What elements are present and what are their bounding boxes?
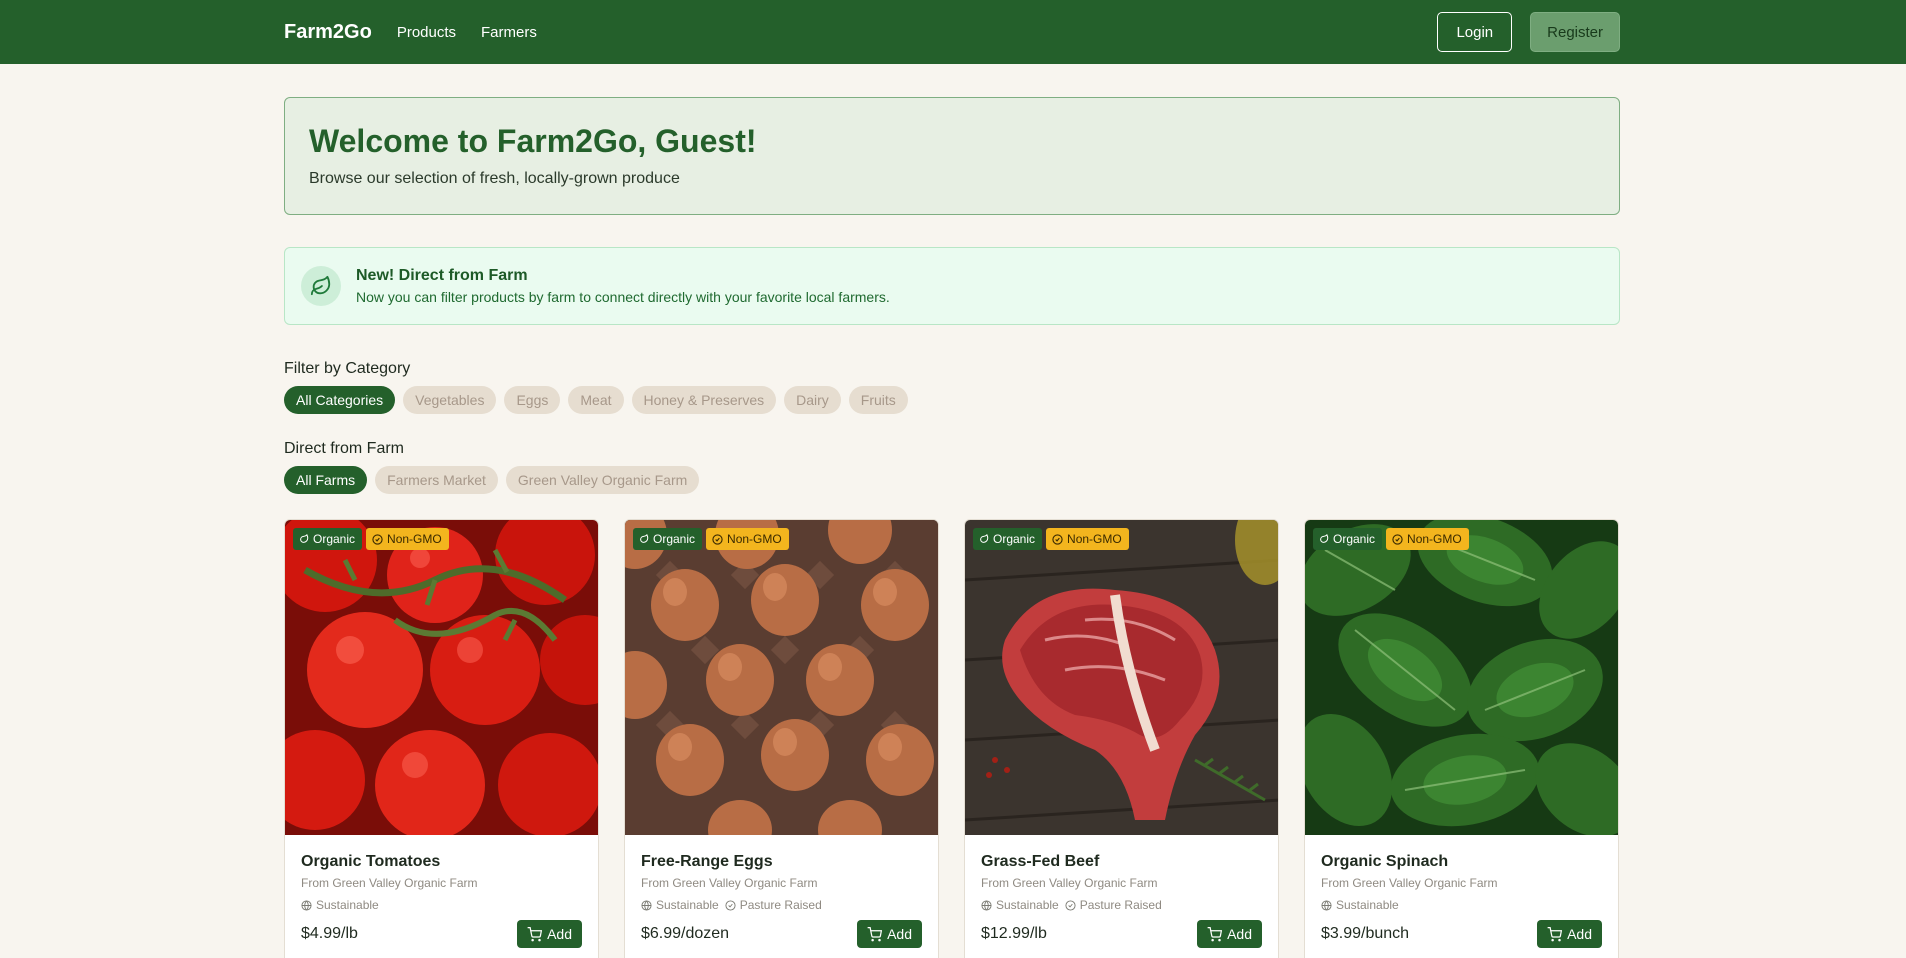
check-circle-icon [372,533,383,545]
farm-chip-farmers-market[interactable]: Farmers Market [375,466,498,494]
check-circle-icon [1052,533,1063,545]
add-to-cart-button[interactable]: Add [1197,920,1262,948]
check-circle-icon [1392,533,1403,545]
tag-sustainable: Sustainable [981,898,1059,912]
category-filter-title: Filter by Category [284,360,411,377]
leaf-icon [1320,534,1329,543]
add-to-cart-button[interactable]: Add [857,920,922,948]
globe-icon [301,899,312,911]
category-chip-fruits[interactable]: Fruits [848,386,908,414]
product-price: $3.99/bunch [1321,925,1410,942]
login-button[interactable]: Login [1437,12,1513,52]
product-farm: From Green Valley Organic Farm [981,876,1158,890]
product-image-eggs [625,520,938,835]
cart-icon [1547,926,1563,941]
product-card[interactable]: Organic Non-GMO Organic Spinach From Gre… [1304,519,1619,958]
leaf-icon [301,266,341,306]
category-chip-meat[interactable]: Meat [568,386,624,414]
tag-pasture-raised: Pasture Raised [1065,898,1162,912]
check-circle-icon [1065,899,1076,911]
cart-icon [867,926,883,941]
product-farm: From Green Valley Organic Farm [1321,876,1498,890]
navbar: Farm2Go Products Farmers Login Register [0,0,1906,64]
welcome-title: Welcome to Farm2Go, Guest! [309,123,757,159]
add-to-cart-button[interactable]: Add [1537,920,1602,948]
leaf-icon [980,534,989,543]
notice-text: Now you can filter products by farm to c… [356,289,890,305]
cart-icon [527,926,543,941]
globe-icon [1321,899,1332,911]
non-gmo-badge: Non-GMO [366,528,449,550]
product-name: Organic Spinach [1321,853,1449,870]
product-image-tomatoes [285,520,598,835]
feature-notice: New! Direct from Farm Now you can filter… [284,247,1620,325]
farm-chip-green-valley[interactable]: Green Valley Organic Farm [505,466,700,494]
farm-chip-all[interactable]: All Farms [284,466,368,494]
product-farm: From Green Valley Organic Farm [641,876,818,890]
non-gmo-badge: Non-GMO [706,528,789,550]
welcome-banner: Welcome to Farm2Go, Guest! Browse our se… [284,97,1620,215]
tag-pasture-raised: Pasture Raised [725,898,822,912]
category-chip-dairy[interactable]: Dairy [784,386,841,414]
cart-icon [1207,926,1223,941]
add-to-cart-button[interactable]: Add [517,920,582,948]
product-card[interactable]: Organic Non-GMO Grass-Fed Beef From Gree… [964,519,1279,958]
check-circle-icon [712,533,723,545]
globe-icon [641,899,652,911]
non-gmo-badge: Non-GMO [1046,528,1129,550]
organic-badge: Organic [293,528,363,550]
product-card[interactable]: Organic Non-GMO Organic Tomatoes From Gr… [284,519,599,958]
category-chip-eggs[interactable]: Eggs [504,386,561,414]
product-price: $6.99/dozen [641,925,730,942]
product-price: $12.99/lb [981,925,1047,942]
brand-logo[interactable]: Farm2Go [284,21,372,44]
product-name: Free-Range Eggs [641,853,773,870]
welcome-subtitle: Browse our selection of fresh, locally-g… [309,170,680,187]
check-circle-icon [725,899,736,911]
category-filter: Filter by Category All Categories Vegeta… [284,360,1620,414]
category-chip-all[interactable]: All Categories [284,386,396,414]
product-price: $4.99/lb [301,925,358,942]
leaf-icon [640,534,649,543]
register-button[interactable]: Register [1530,12,1620,52]
tag-sustainable: Sustainable [641,898,719,912]
nav-link-farmers[interactable]: Farmers [481,24,537,41]
category-chip-vegetables[interactable]: Vegetables [403,386,497,414]
organic-badge: Organic [973,528,1043,550]
farm-filter-title: Direct from Farm [284,440,404,457]
product-card[interactable]: Organic Non-GMO Free-Range Eggs From Gre… [624,519,939,958]
nav-link-products[interactable]: Products [397,24,456,41]
category-chip-honey-preserves[interactable]: Honey & Preserves [631,386,777,414]
product-grid: Organic Non-GMO Organic Tomatoes From Gr… [284,519,1620,958]
product-image-spinach [1305,520,1618,835]
tag-sustainable: Sustainable [301,898,379,912]
product-farm: From Green Valley Organic Farm [301,876,478,890]
product-name: Grass-Fed Beef [981,853,1100,870]
farm-filter: Direct from Farm All Farms Farmers Marke… [284,440,1620,494]
non-gmo-badge: Non-GMO [1386,528,1469,550]
organic-badge: Organic [633,528,703,550]
notice-title: New! Direct from Farm [356,267,528,284]
product-name: Organic Tomatoes [301,853,441,870]
organic-badge: Organic [1313,528,1383,550]
globe-icon [981,899,992,911]
product-image-beef [965,520,1278,835]
leaf-icon [300,534,309,543]
tag-sustainable: Sustainable [1321,898,1399,912]
